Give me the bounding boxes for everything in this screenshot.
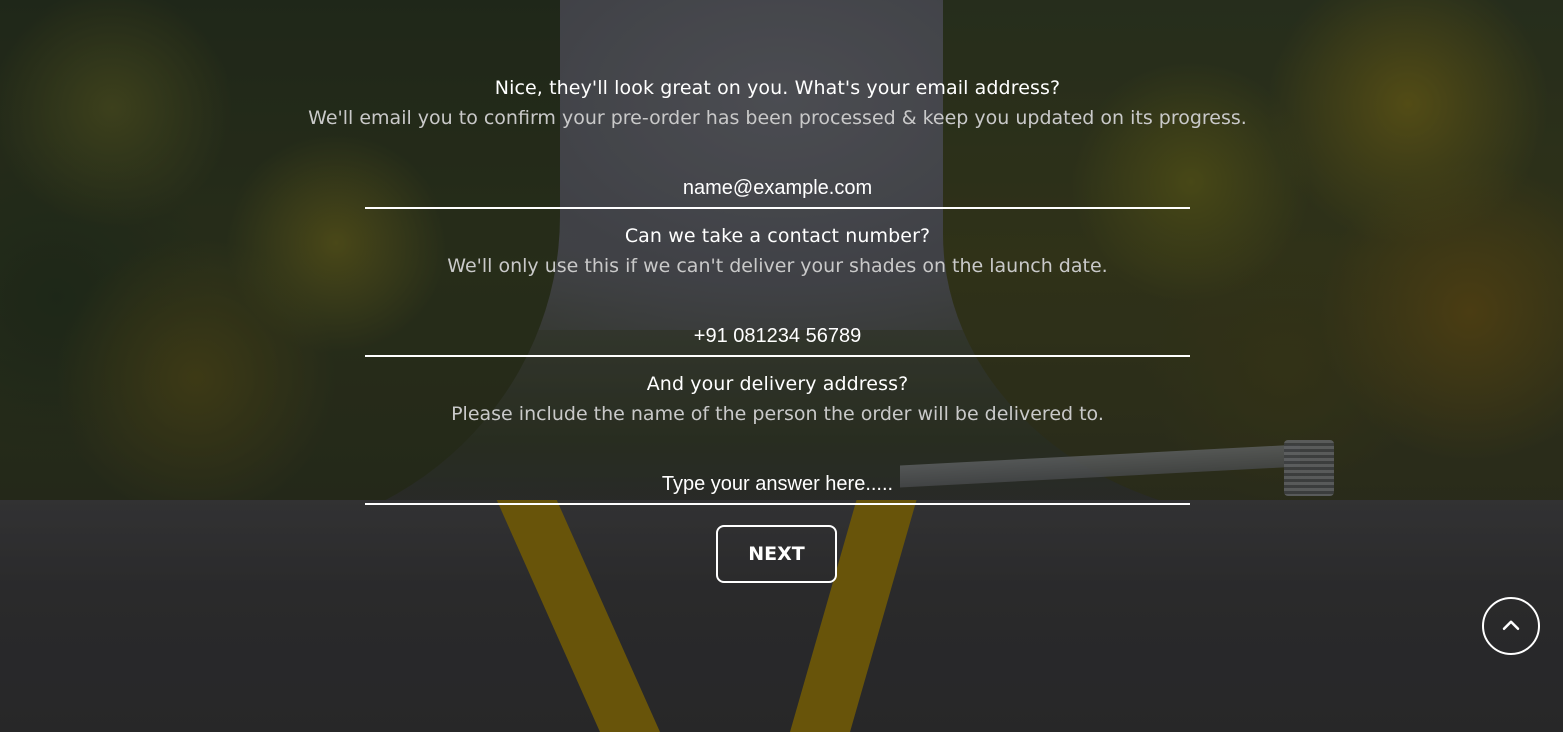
email-hint: We'll email you to confirm your pre-orde…	[308, 107, 1247, 129]
chevron-up-icon	[1502, 620, 1520, 631]
address-field[interactable]	[365, 465, 1190, 505]
phone-question: Can we take a contact number?	[624, 225, 931, 247]
address-question: And your delivery address?	[646, 373, 909, 395]
next-button[interactable]: NEXT	[716, 525, 837, 583]
email-field[interactable]	[365, 169, 1190, 209]
phone-hint: We'll only use this if we can't deliver …	[447, 255, 1108, 277]
email-question: Nice, they'll look great on you. What's …	[494, 77, 1061, 99]
phone-field[interactable]	[365, 317, 1190, 357]
address-hint: Please include the name of the person th…	[451, 403, 1104, 425]
scroll-to-top-button[interactable]	[1482, 597, 1540, 655]
